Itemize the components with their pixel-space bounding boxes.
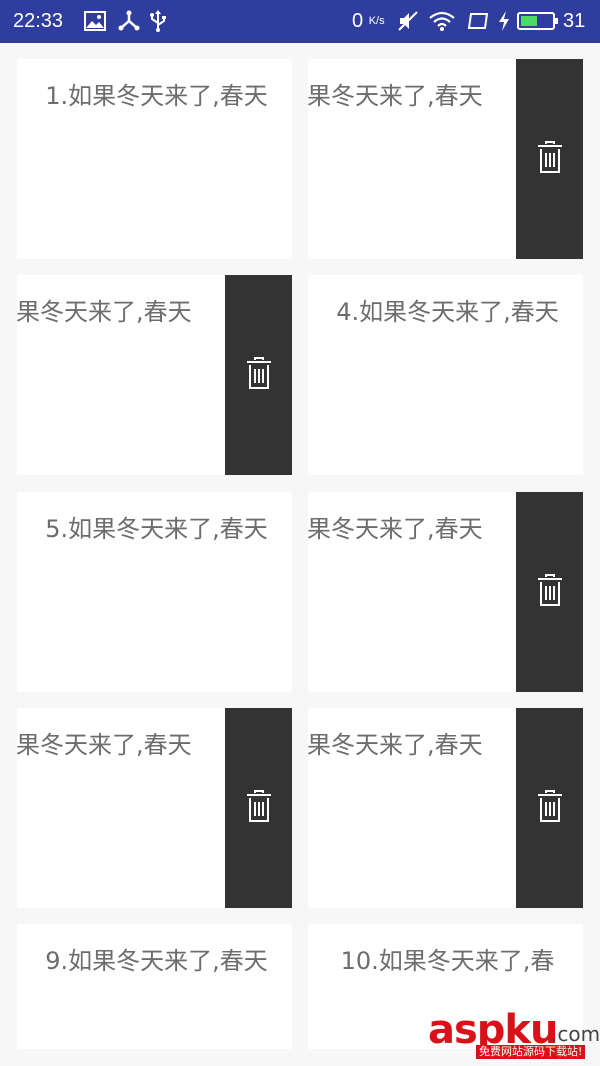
screen-icon — [467, 13, 489, 29]
card-text: 果冬天来了,春天 — [308, 515, 483, 543]
card-text: 果冬天来了,春天 — [17, 298, 192, 326]
grid-card-6[interactable]: 果冬天来了,春天 — [308, 492, 583, 692]
card-text: 果冬天来了,春天 — [308, 82, 483, 110]
card-text: 1.如果冬天来了,春天 — [45, 82, 268, 110]
image-icon — [84, 11, 106, 31]
watermark-suffix: .com — [551, 1022, 600, 1046]
watermark-logo: aspku .com 免费网站源码下载站! — [428, 1008, 600, 1064]
trash-icon — [536, 573, 564, 611]
trash-icon — [536, 789, 564, 827]
grid-card-9[interactable]: 9.如果冬天来了,春天 — [17, 924, 292, 1049]
grid-card-8[interactable]: 果冬天来了,春天 — [308, 708, 583, 908]
grid-card-4[interactable]: 4.如果冬天来了,春天 — [308, 275, 583, 475]
card-text: 4.如果冬天来了,春天 — [336, 298, 559, 326]
share-icon — [118, 10, 140, 31]
trash-icon — [245, 356, 273, 394]
grid-card-2[interactable]: 果冬天来了,春天 — [308, 59, 583, 259]
battery-icon — [517, 12, 558, 30]
watermark-sub: 免费网站源码下载站! — [476, 1045, 586, 1059]
card-text: 10.如果冬天来了,春 — [340, 947, 555, 975]
trash-icon — [245, 789, 273, 827]
status-time: 22:33 — [13, 10, 64, 32]
grid-card-7[interactable]: 果冬天来了,春天 — [17, 708, 292, 908]
delete-button[interactable] — [516, 59, 583, 259]
grid-card-3[interactable]: 果冬天来了,春天 — [17, 275, 292, 475]
battery-percent: 31 — [563, 10, 586, 32]
card-text: 9.如果冬天来了,春天 — [45, 947, 268, 975]
grid-card-5[interactable]: 5.如果冬天来了,春天 — [17, 492, 292, 692]
card-text: 5.如果冬天来了,春天 — [45, 515, 268, 543]
net-speed: 0 K/s — [352, 10, 385, 32]
wifi-icon — [429, 11, 455, 31]
delete-button[interactable] — [225, 275, 292, 475]
trash-icon — [536, 140, 564, 178]
status-bar: 22:33 0 K/s 31 — [0, 0, 600, 43]
delete-button[interactable] — [225, 708, 292, 908]
delete-button[interactable] — [516, 708, 583, 908]
card-text: 果冬天来了,春天 — [17, 731, 192, 759]
usb-icon — [150, 10, 166, 32]
card-text: 果冬天来了,春天 — [308, 731, 483, 759]
grid-card-1[interactable]: 1.如果冬天来了,春天 — [17, 59, 292, 259]
charging-icon — [499, 11, 509, 31]
delete-button[interactable] — [516, 492, 583, 692]
mute-icon — [398, 11, 418, 31]
